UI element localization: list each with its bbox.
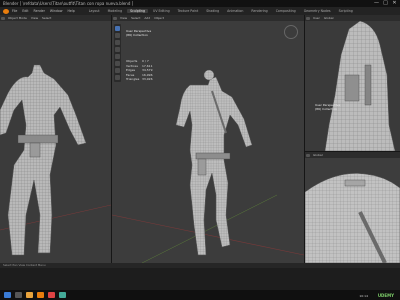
watermark-brand: UDEMY xyxy=(377,293,394,298)
character-mesh-left xyxy=(0,64,111,256)
area-divider[interactable] xyxy=(111,15,112,263)
tab-geometry-nodes[interactable]: Geometry Nodes xyxy=(301,9,334,13)
app-icon[interactable] xyxy=(59,292,66,298)
character-mesh-closeup-upper xyxy=(324,20,396,151)
viewport-overlay-info: User Perspective (86) Collection xyxy=(315,103,340,111)
tab-uv-editing[interactable]: UV Editing xyxy=(150,9,173,13)
browser-icon[interactable] xyxy=(48,292,55,298)
top-menubar: File Edit Render Window Help Layout Mode… xyxy=(0,7,400,15)
bottom-bar: Select Pan View Context Menu 10:14 UDEMY xyxy=(0,263,400,300)
tab-shading[interactable]: Shading xyxy=(203,9,222,13)
menu-edit[interactable]: Edit xyxy=(22,9,28,13)
tab-scripting[interactable]: Scripting xyxy=(336,9,356,13)
navigation-gizmo-icon[interactable] xyxy=(284,25,298,39)
viewport-left[interactable]: Object Mode View Select xyxy=(0,15,111,263)
window-controls: — □ ✕ xyxy=(372,0,399,7)
start-menu-icon[interactable] xyxy=(4,292,11,298)
close-button[interactable]: ✕ xyxy=(390,0,399,7)
window-titlebar: Blender [ \refdata\Users\Titan\outfit\Ti… xyxy=(0,0,400,7)
os-taskbar xyxy=(0,290,400,300)
menu-window[interactable]: Window xyxy=(50,9,63,13)
search-icon[interactable] xyxy=(15,292,22,298)
collection-name: (86) Collection xyxy=(315,107,337,111)
blender-logo-icon[interactable] xyxy=(3,8,9,14)
tab-rendering[interactable]: Rendering xyxy=(248,9,270,13)
area-divider[interactable] xyxy=(304,15,305,263)
viewport-right-bottom[interactable]: Global xyxy=(305,152,400,263)
clock: 10:14 xyxy=(359,294,368,298)
tab-modeling[interactable]: Modeling xyxy=(105,9,126,13)
viewport-center[interactable]: View Select Add Object User Perspective … xyxy=(112,15,304,263)
workspace-tabs: Layout Modeling Sculpting UV Editing Tex… xyxy=(86,9,358,13)
menu-help[interactable]: Help xyxy=(67,9,74,13)
status-text: Select Pan View Context Menu xyxy=(3,263,46,267)
area-divider[interactable] xyxy=(305,151,400,152)
character-mesh-closeup-lower xyxy=(305,173,400,263)
viewport-right-top[interactable]: User Global User Perspective (86) Collec… xyxy=(305,15,400,151)
menu-file[interactable]: File xyxy=(12,9,17,13)
window-title: Blender [ \refdata\Users\Titan\outfit\Ti… xyxy=(3,1,134,6)
character-mesh-center xyxy=(112,69,304,263)
tab-compositing[interactable]: Compositing xyxy=(273,9,299,13)
tab-layout[interactable]: Layout xyxy=(86,9,103,13)
status-bar: Select Pan View Context Menu xyxy=(0,263,400,268)
tab-animation[interactable]: Animation xyxy=(224,9,246,13)
blender-taskbar-icon[interactable] xyxy=(37,292,44,298)
tab-sculpting[interactable]: Sculpting xyxy=(127,9,148,13)
minimize-button[interactable]: — xyxy=(372,0,381,7)
menu-render[interactable]: Render xyxy=(34,9,45,13)
maximize-button[interactable]: □ xyxy=(381,0,390,7)
file-explorer-icon[interactable] xyxy=(26,292,33,298)
tab-texture-paint[interactable]: Texture Paint xyxy=(175,9,202,13)
